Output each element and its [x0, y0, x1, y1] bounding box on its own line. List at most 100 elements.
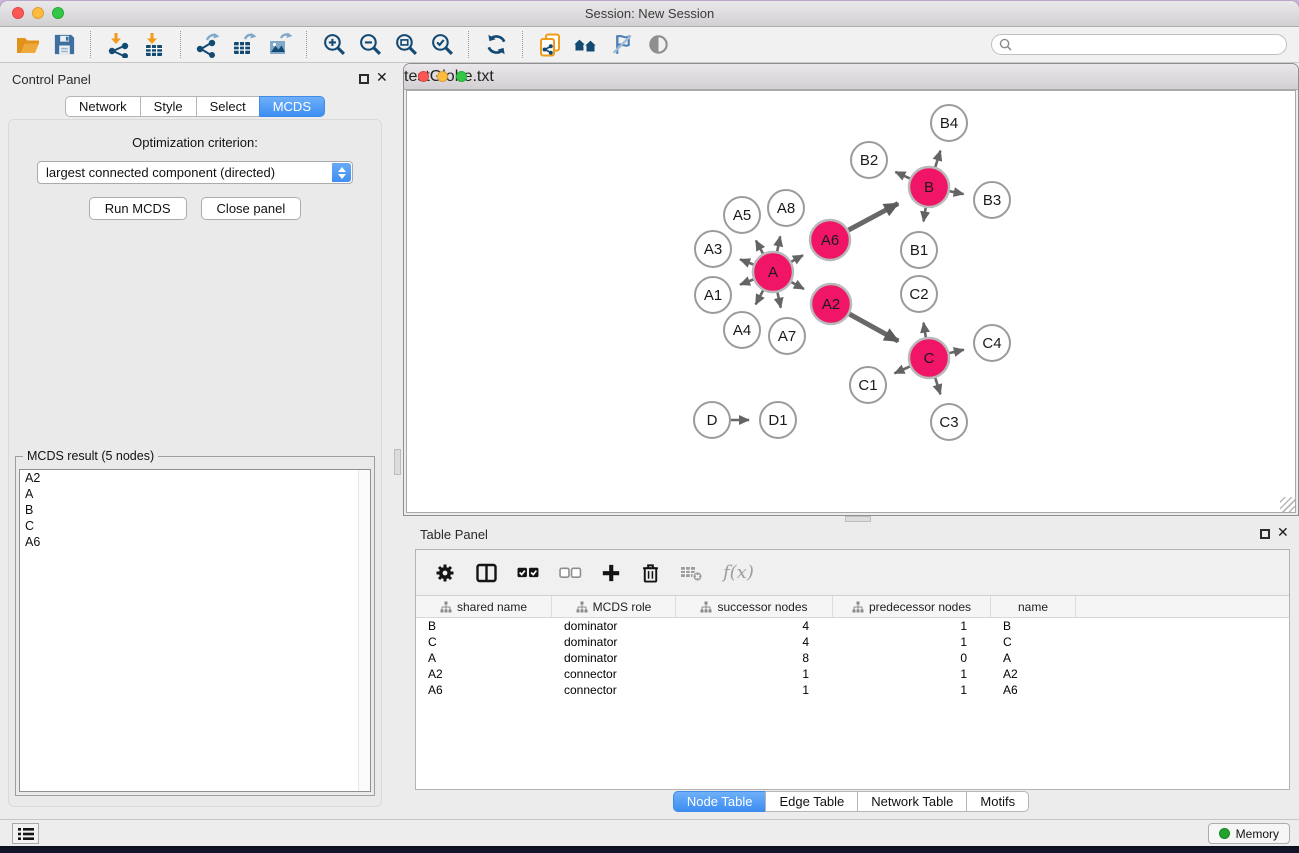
task-history-button[interactable] [12, 823, 39, 844]
minimize-network-window-icon[interactable] [437, 71, 448, 82]
criterion-select[interactable]: largest connected component (directed) [37, 161, 353, 184]
zoom-in-button[interactable] [316, 30, 352, 60]
close-network-window-icon[interactable] [418, 71, 429, 82]
vertical-splitter-handle[interactable] [394, 449, 401, 475]
column-header-MCDS-role[interactable]: MCDS role [552, 596, 676, 617]
graph-node-D[interactable]: D [694, 402, 730, 438]
graph-edge-A6-B[interactable] [849, 204, 899, 231]
float-panel-icon[interactable] [359, 74, 369, 84]
graph-node-C2[interactable]: C2 [901, 276, 937, 312]
graph-edge-A-A5[interactable] [756, 241, 763, 254]
zoom-selected-button[interactable] [424, 30, 460, 60]
graph-edge-A2-C[interactable] [849, 314, 898, 341]
graph-node-A2[interactable]: A2 [811, 284, 851, 324]
eye-button[interactable] [640, 30, 676, 60]
graph-node-D1[interactable]: D1 [760, 402, 796, 438]
zoom-out-button[interactable] [352, 30, 388, 60]
zoom-fit-button[interactable] [388, 30, 424, 60]
graph-node-C1[interactable]: C1 [850, 367, 886, 403]
tab-network-table[interactable]: Network Table [857, 791, 967, 812]
graph-node-B2[interactable]: B2 [851, 142, 887, 178]
graph-edge-A-A1[interactable] [740, 280, 753, 285]
column-header-predecessor-nodes[interactable]: predecessor nodes [833, 596, 991, 617]
mcds-result-item[interactable]: C [20, 518, 370, 534]
maximize-window-icon[interactable] [52, 7, 64, 19]
refresh-button[interactable] [478, 30, 514, 60]
graph-node-C3[interactable]: C3 [931, 404, 967, 440]
graph-node-B1[interactable]: B1 [901, 232, 937, 268]
graph-node-C[interactable]: C [909, 338, 949, 378]
result-scrollbar[interactable] [358, 470, 370, 791]
column-header-shared-name[interactable]: shared name [416, 596, 552, 617]
export-network-button[interactable] [190, 30, 226, 60]
graph-edge-A-A7[interactable] [778, 293, 781, 308]
close-panel-icon[interactable]: ✕ [376, 69, 388, 86]
graph-edge-C-C4[interactable] [949, 350, 963, 353]
graph-node-A1[interactable]: A1 [695, 277, 731, 313]
home-button[interactable] [568, 30, 604, 60]
graph-node-A6[interactable]: A6 [810, 220, 850, 260]
graph-edge-C-C3[interactable] [935, 378, 940, 394]
graph-edge-A-A6[interactable] [791, 255, 803, 262]
close-window-icon[interactable] [12, 7, 24, 19]
graph-node-B4[interactable]: B4 [931, 105, 967, 141]
table-row[interactable]: Adominator80A [416, 650, 1289, 666]
graph-node-C4[interactable]: C4 [974, 325, 1010, 361]
import-network-button[interactable] [100, 30, 136, 60]
mcds-result-item[interactable]: A [20, 486, 370, 502]
tab-motifs[interactable]: Motifs [966, 791, 1029, 812]
column-header-name[interactable]: name [991, 596, 1076, 617]
graph-edge-B-B3[interactable] [950, 191, 964, 194]
graph-node-A[interactable]: A [753, 252, 793, 292]
close-table-panel-icon[interactable]: ✕ [1277, 524, 1289, 541]
table-row[interactable]: A2connector11A2 [416, 666, 1289, 682]
table-row[interactable]: A6connector11A6 [416, 682, 1289, 698]
table-row[interactable]: Bdominator41B [416, 618, 1289, 634]
toggle-columns-button[interactable] [475, 562, 498, 584]
tab-style[interactable]: Style [140, 96, 197, 117]
tab-edge-table[interactable]: Edge Table [765, 791, 858, 812]
graph-edge-C-C1[interactable] [895, 367, 910, 374]
function-builder-button[interactable]: f(x) [723, 562, 754, 583]
float-table-panel-icon[interactable] [1260, 529, 1270, 539]
tab-mcds[interactable]: MCDS [259, 96, 325, 117]
tab-network[interactable]: Network [65, 96, 141, 117]
graph-edge-A-A3[interactable] [740, 259, 753, 264]
mcds-result-list[interactable]: A2ABCA6 [19, 469, 371, 792]
graph-edge-A-A4[interactable] [756, 291, 763, 305]
add-column-button[interactable] [601, 563, 621, 583]
search-input[interactable] [1017, 37, 1279, 53]
minimize-window-icon[interactable] [32, 7, 44, 19]
delete-table-button[interactable] [680, 563, 704, 583]
graph-node-B3[interactable]: B3 [974, 182, 1010, 218]
table-row[interactable]: Cdominator41C [416, 634, 1289, 650]
graph-edge-C-C2[interactable] [924, 323, 926, 338]
mcds-result-item[interactable]: B [20, 502, 370, 518]
export-table-button[interactable] [226, 30, 262, 60]
graph-edge-B-B2[interactable] [895, 172, 909, 179]
table-settings-button[interactable] [434, 562, 456, 584]
close-panel-button[interactable]: Close panel [201, 197, 302, 220]
open-session-button[interactable] [10, 30, 46, 60]
run-mcds-button[interactable]: Run MCDS [89, 197, 187, 220]
export-image-button[interactable] [262, 30, 298, 60]
delete-column-button[interactable] [640, 562, 661, 584]
mcds-result-item[interactable]: A6 [20, 534, 370, 550]
graph-node-A4[interactable]: A4 [724, 312, 760, 348]
graph-node-A5[interactable]: A5 [724, 197, 760, 233]
tab-select[interactable]: Select [196, 96, 260, 117]
graph-node-A8[interactable]: A8 [768, 190, 804, 226]
memory-button[interactable]: Memory [1208, 823, 1290, 844]
maximize-network-window-icon[interactable] [456, 71, 467, 82]
search-field[interactable] [991, 34, 1287, 55]
graph-edge-B-B1[interactable] [924, 208, 926, 222]
import-table-button[interactable] [136, 30, 172, 60]
graph-edge-B-B4[interactable] [935, 151, 940, 167]
mcds-result-item[interactable]: A2 [20, 470, 370, 486]
deselect-all-button[interactable] [559, 565, 582, 581]
graph-edge-A-A2[interactable] [791, 282, 804, 289]
graphics-details-button[interactable] [604, 30, 640, 60]
graph-node-B[interactable]: B [909, 167, 949, 207]
window-resize-grip[interactable] [1280, 497, 1295, 512]
select-all-button[interactable] [517, 565, 540, 581]
